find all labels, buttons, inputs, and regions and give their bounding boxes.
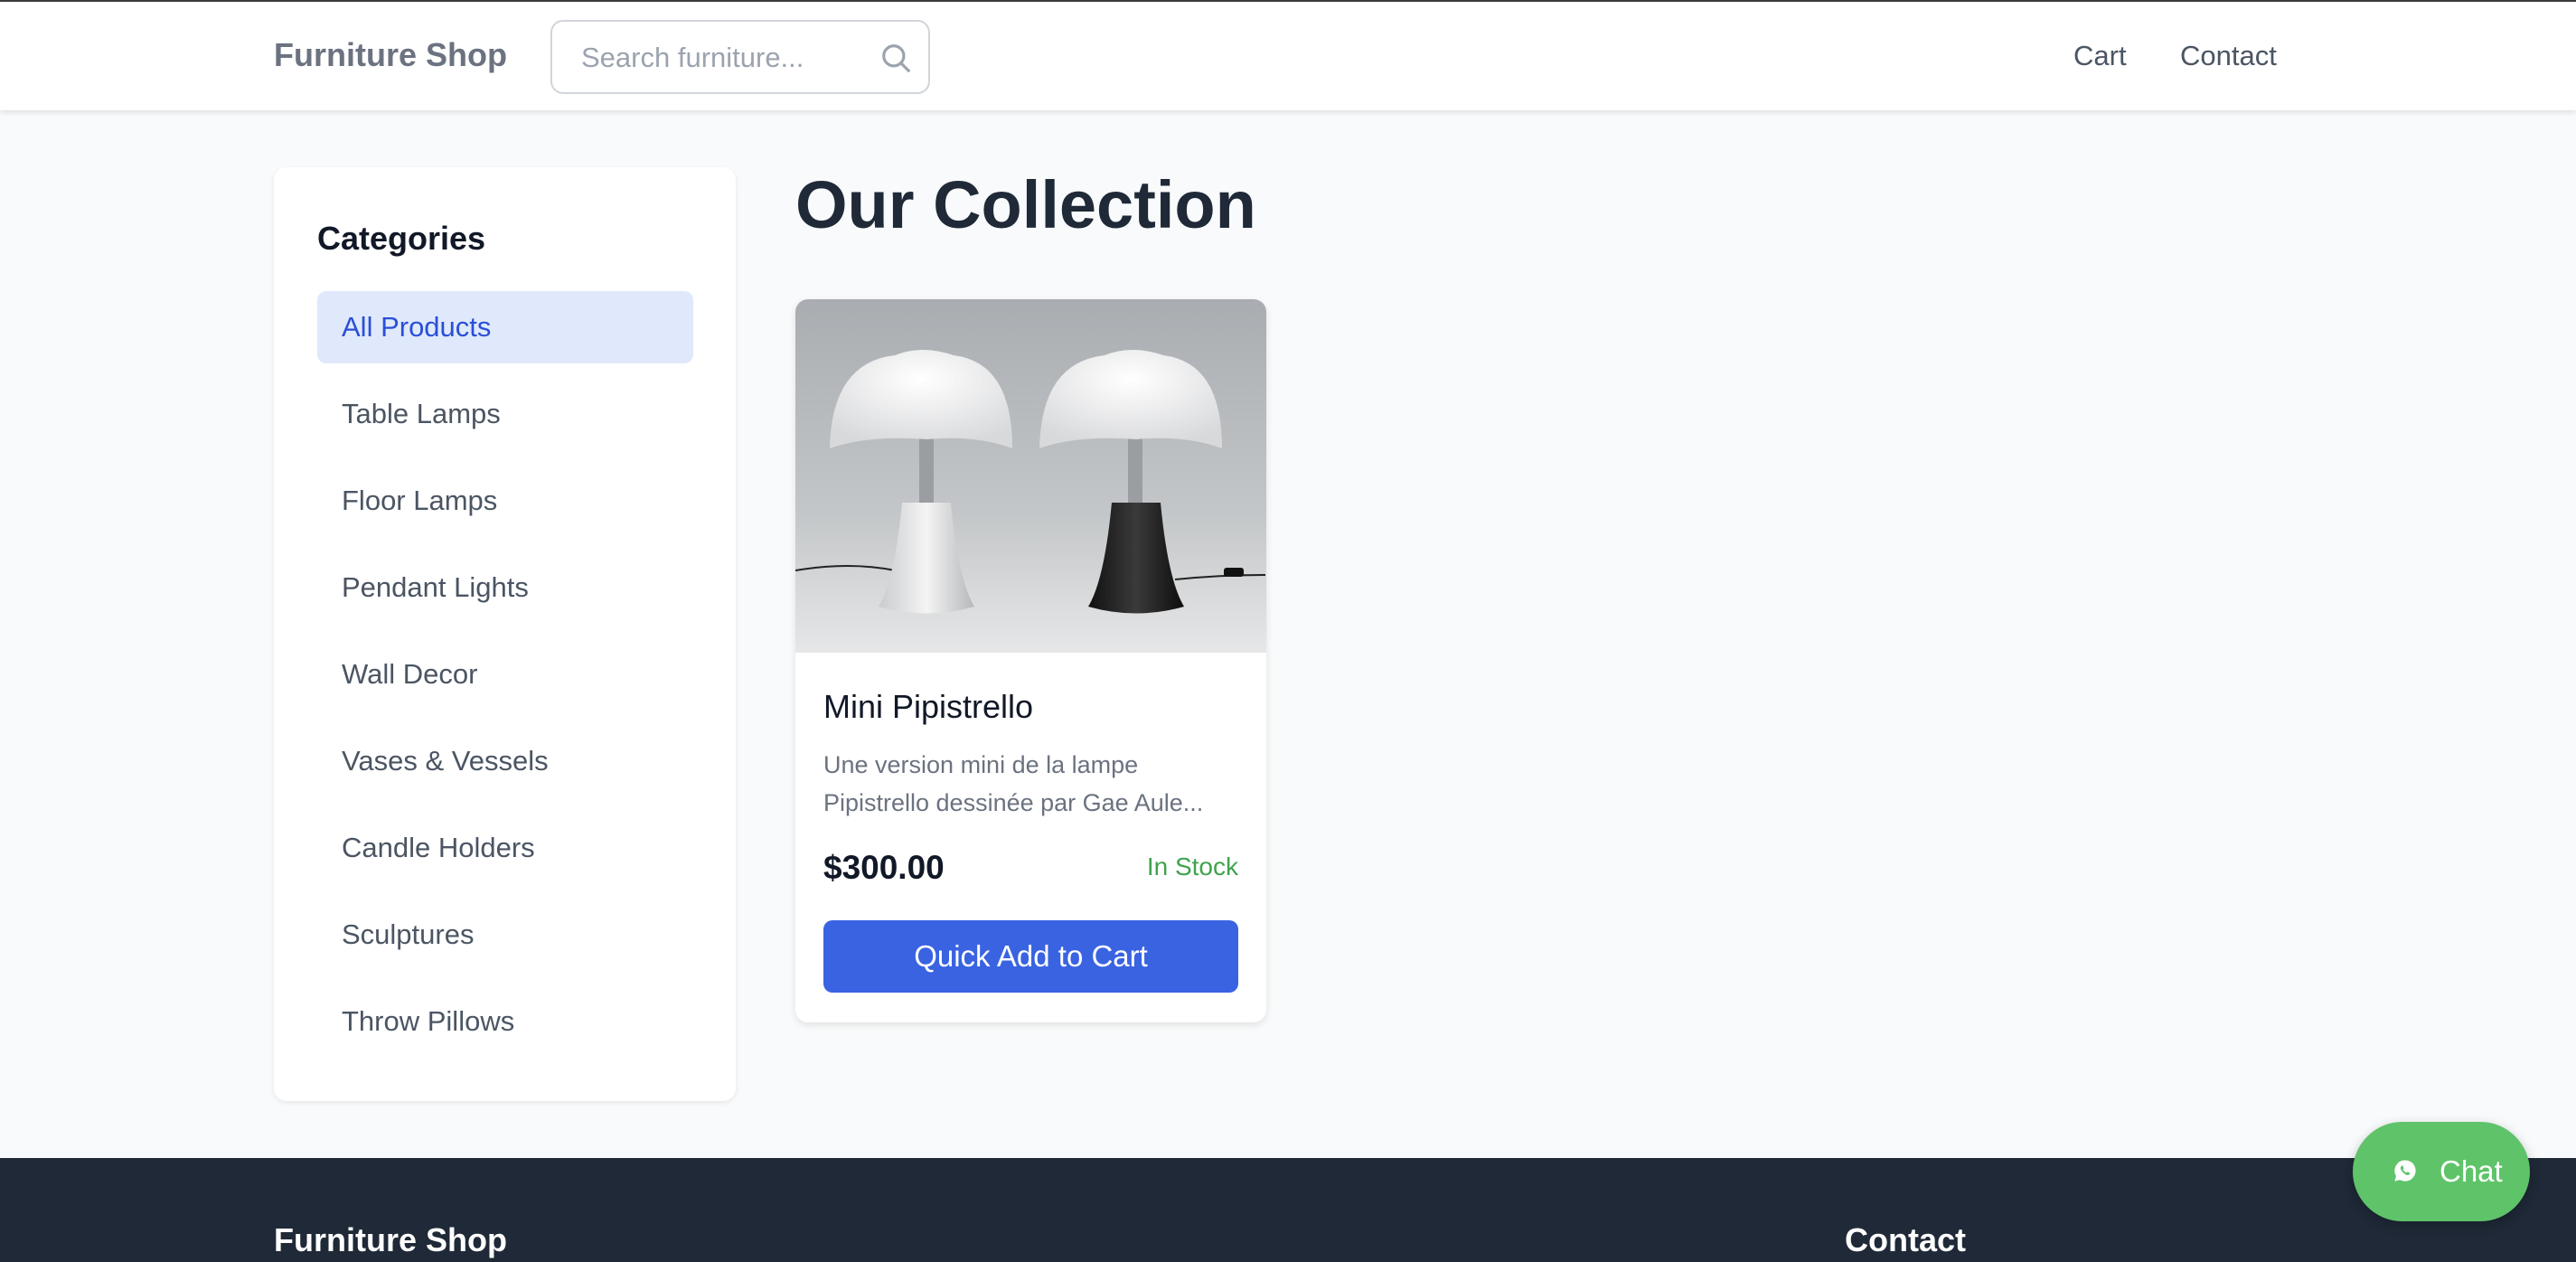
category-all-products[interactable]: All Products (317, 291, 693, 363)
category-vases-vessels[interactable]: Vases & Vessels (317, 725, 693, 797)
nav-contact[interactable]: Contact (2180, 40, 2277, 72)
category-table-lamps[interactable]: Table Lamps (317, 378, 693, 450)
page-title: Our Collection (795, 167, 1256, 242)
product-description: Une version mini de la lampe Pipistrello… (823, 751, 1204, 816)
product-image[interactable] (795, 299, 1266, 653)
chat-button[interactable]: Chat (2353, 1122, 2530, 1221)
header: Furniture Shop Cart Contact (0, 0, 2576, 110)
footer-brand: Furniture Shop (274, 1221, 507, 1258)
search-icon[interactable] (879, 42, 914, 76)
brand-logo[interactable]: Furniture Shop (274, 36, 507, 74)
whatsapp-icon (2394, 1160, 2416, 1182)
footer: Furniture Shop Contact (0, 1158, 2576, 1262)
category-floor-lamps[interactable]: Floor Lamps (317, 465, 693, 537)
search-box[interactable] (550, 20, 930, 94)
product-name[interactable]: Mini Pipistrello (823, 688, 1033, 726)
category-pendant-lights[interactable]: Pendant Lights (317, 551, 693, 624)
search-input[interactable] (581, 38, 870, 78)
product-price: $300.00 (823, 849, 945, 886)
category-candle-holders[interactable]: Candle Holders (317, 812, 693, 884)
category-sculptures[interactable]: Sculptures (317, 899, 693, 971)
stock-status: In Stock (1146, 852, 1238, 881)
footer-contact-heading: Contact (1845, 1221, 1966, 1258)
category-wall-decor[interactable]: Wall Decor (317, 638, 693, 711)
categories-title: Categories (317, 220, 486, 257)
nav-cart[interactable]: Cart (2073, 40, 2127, 72)
quick-add-to-cart-button[interactable]: Quick Add to Cart (823, 920, 1238, 993)
category-throw-pillows[interactable]: Throw Pillows (317, 985, 693, 1058)
product-card[interactable]: Mini Pipistrello Une version mini de la … (795, 299, 1266, 1022)
chat-label: Chat (2440, 1154, 2503, 1188)
categories-sidebar: Categories All Products Table Lamps Floo… (274, 167, 736, 1101)
